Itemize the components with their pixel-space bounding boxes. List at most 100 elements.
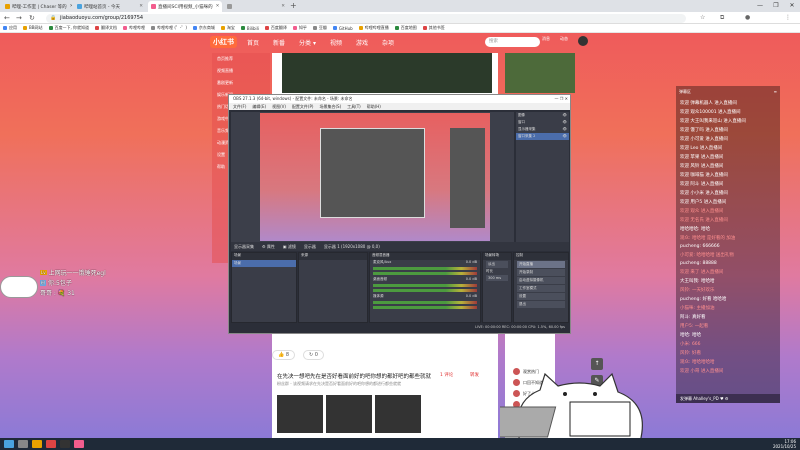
chat-menu-icon[interactable]: ≡	[774, 89, 777, 95]
back-to-top-button[interactable]: ↑	[591, 358, 603, 370]
obs-preview[interactable]	[231, 112, 514, 242]
left-menu-item[interactable]: 番剧更新	[212, 77, 270, 89]
bookmark-item[interactable]: BB网站	[23, 25, 43, 31]
bookmark-item[interactable]: 哔哩哔哩 (゜-゜)	[151, 25, 187, 31]
bookmark-item[interactable]: Bilibili	[240, 26, 259, 31]
obs-menu-item[interactable]: 编辑(E)	[252, 103, 266, 110]
search-icon[interactable]	[18, 440, 28, 448]
bookmark-item[interactable]: 哔哩哔哩	[123, 25, 145, 31]
source-item[interactable]: 窗口 👁	[516, 119, 569, 126]
side-video-thumbnail[interactable]	[505, 53, 575, 93]
bookmark-item[interactable]: 翻译文档	[95, 25, 117, 31]
browser-tab[interactable]: 哔哩-工作室 | Chaser 等的 ✕	[2, 1, 72, 12]
obs-menu-item[interactable]: 工具(T)	[347, 103, 361, 110]
control-button[interactable]: 开始录制	[517, 269, 565, 276]
control-button[interactable]: 开始直播	[517, 261, 565, 268]
close-tab-icon[interactable]: ✕	[213, 4, 220, 9]
visibility-icon[interactable]: 👁	[563, 134, 567, 139]
bookmark-item[interactable]: 豆瓣	[312, 25, 327, 31]
comment-count[interactable]: 1 评论	[440, 372, 453, 378]
video-thumbnail[interactable]	[282, 53, 492, 93]
chat-footer[interactable]: 发弹幕 Ahalley's_PD ♥ ⚙	[676, 394, 780, 403]
obs-menu-item[interactable]: 文件(F)	[233, 103, 246, 110]
obs-menu-item[interactable]: 场景集合(S)	[319, 103, 341, 110]
source-item[interactable]: 图像 👁	[516, 112, 569, 119]
volume-slider[interactable]	[373, 272, 477, 275]
nav-category[interactable]: 分类 ▾	[299, 38, 316, 47]
maximize-button[interactable]: ❐	[768, 0, 784, 12]
bookmark-item[interactable]: 京东商城	[192, 25, 215, 31]
menu-icon[interactable]: ⋮	[785, 14, 791, 21]
browser-tab[interactable]: ✕	[224, 1, 288, 12]
star-icon[interactable]: ☆	[700, 14, 705, 21]
obs-menu-item[interactable]: 视图(V)	[272, 103, 286, 110]
close-tab-icon[interactable]: ✕	[67, 4, 72, 9]
source-item[interactable]: 窗口采集 2 👁	[516, 133, 569, 140]
site-search-input[interactable]: 搜索	[485, 37, 540, 47]
reload-button[interactable]: ↻	[29, 14, 35, 22]
volume-slider[interactable]	[373, 289, 477, 292]
control-button[interactable]: 退出	[517, 301, 565, 308]
filters-button[interactable]: ▣ 滤镜	[283, 244, 296, 250]
explorer-icon[interactable]	[32, 440, 42, 448]
nav-home[interactable]: 首页	[247, 38, 259, 47]
app-icon[interactable]	[74, 440, 84, 448]
system-clock[interactable]: 17:06 2021/10/25	[773, 439, 796, 449]
control-button[interactable]: 工作室模式	[517, 285, 565, 292]
post-image[interactable]	[375, 395, 421, 433]
close-tab-icon[interactable]: ✕	[136, 4, 143, 9]
url-field[interactable]: 🔒 jiabaoduoyu.com/group/2169754	[46, 13, 686, 23]
left-menu-item[interactable]: 视频直播	[212, 65, 270, 77]
obs-menu-item[interactable]: 帮助(H)	[367, 103, 381, 110]
like-button[interactable]: 👍 8	[272, 350, 296, 360]
bookmark-item[interactable]: 其他书签	[422, 25, 445, 31]
obs-window-controls[interactable]: — ❐ ✕	[555, 95, 568, 103]
visibility-icon[interactable]: 👁	[563, 127, 567, 132]
minimize-button[interactable]: —	[752, 0, 768, 12]
control-button[interactable]: 启动虚拟摄像机	[517, 277, 565, 284]
obs-icon[interactable]	[60, 440, 70, 448]
nav-new[interactable]: 新番	[273, 38, 285, 47]
bookmark-item[interactable]: 哔哩哔哩直播	[358, 25, 389, 31]
post-image[interactable]	[277, 395, 323, 433]
profile-icon[interactable]: ●	[745, 14, 750, 21]
bookmark-item[interactable]: GitHub	[332, 26, 353, 31]
close-window-button[interactable]: ✕	[784, 0, 800, 12]
visibility-icon[interactable]: 👁	[563, 120, 567, 125]
bookmark-item[interactable]: 淘宝	[220, 25, 235, 31]
nav-game[interactable]: 游戏	[356, 38, 368, 47]
browser-tab[interactable]: 哔哩站首页 - 今天 ✕	[74, 1, 146, 12]
bookmark-item[interactable]: 百度地图	[394, 25, 417, 31]
extensions-icon[interactable]: ⧉	[720, 14, 724, 22]
nav-video[interactable]: 视频	[330, 38, 342, 47]
bookmark-item[interactable]: 百度翻译	[264, 25, 287, 31]
bookmark-item[interactable]: 知乎	[292, 25, 307, 31]
visibility-icon[interactable]: 👁	[563, 113, 567, 118]
duration-input[interactable]: 300 ms	[486, 275, 508, 281]
feed-icon[interactable]: 动态	[560, 36, 568, 42]
start-icon[interactable]	[4, 440, 14, 448]
volume-slider[interactable]	[373, 306, 477, 309]
left-menu-item[interactable]: 首页推荐	[212, 53, 270, 65]
close-tab-icon[interactable]: ✕	[278, 4, 285, 9]
back-button[interactable]: ←	[4, 14, 10, 22]
browser-tab-active[interactable]: 直播间SCI用视频_小猫咪的 ✕	[148, 1, 222, 12]
new-tab-button[interactable]: +	[290, 1, 297, 10]
forward-link[interactable]: 转发	[470, 372, 479, 378]
messages-icon[interactable]: 消息	[542, 36, 550, 42]
nav-misc[interactable]: 杂项	[382, 38, 394, 47]
control-button[interactable]: 设置	[517, 293, 565, 300]
forward-button[interactable]: →	[16, 14, 22, 22]
chrome-icon[interactable]	[46, 440, 56, 448]
bookmark-item[interactable]: 百度一下, 你就知道	[48, 25, 89, 31]
site-logo[interactable]: 小红书	[210, 36, 237, 48]
avatar[interactable]	[578, 36, 588, 46]
display-select[interactable]: 显示器 1 (1920x1080 @ 0,0)	[324, 244, 380, 250]
source-item[interactable]: 显示器采集 👁	[516, 126, 569, 133]
bookmark-item[interactable]: 应用	[3, 25, 17, 31]
properties-button[interactable]: ⚙ 属性	[262, 244, 275, 250]
scene-item[interactable]: 场景	[232, 260, 296, 267]
obs-menu-item[interactable]: 配置文件(P)	[292, 103, 314, 110]
transition-select[interactable]: 淡出	[486, 261, 508, 268]
post-image[interactable]	[326, 395, 372, 433]
